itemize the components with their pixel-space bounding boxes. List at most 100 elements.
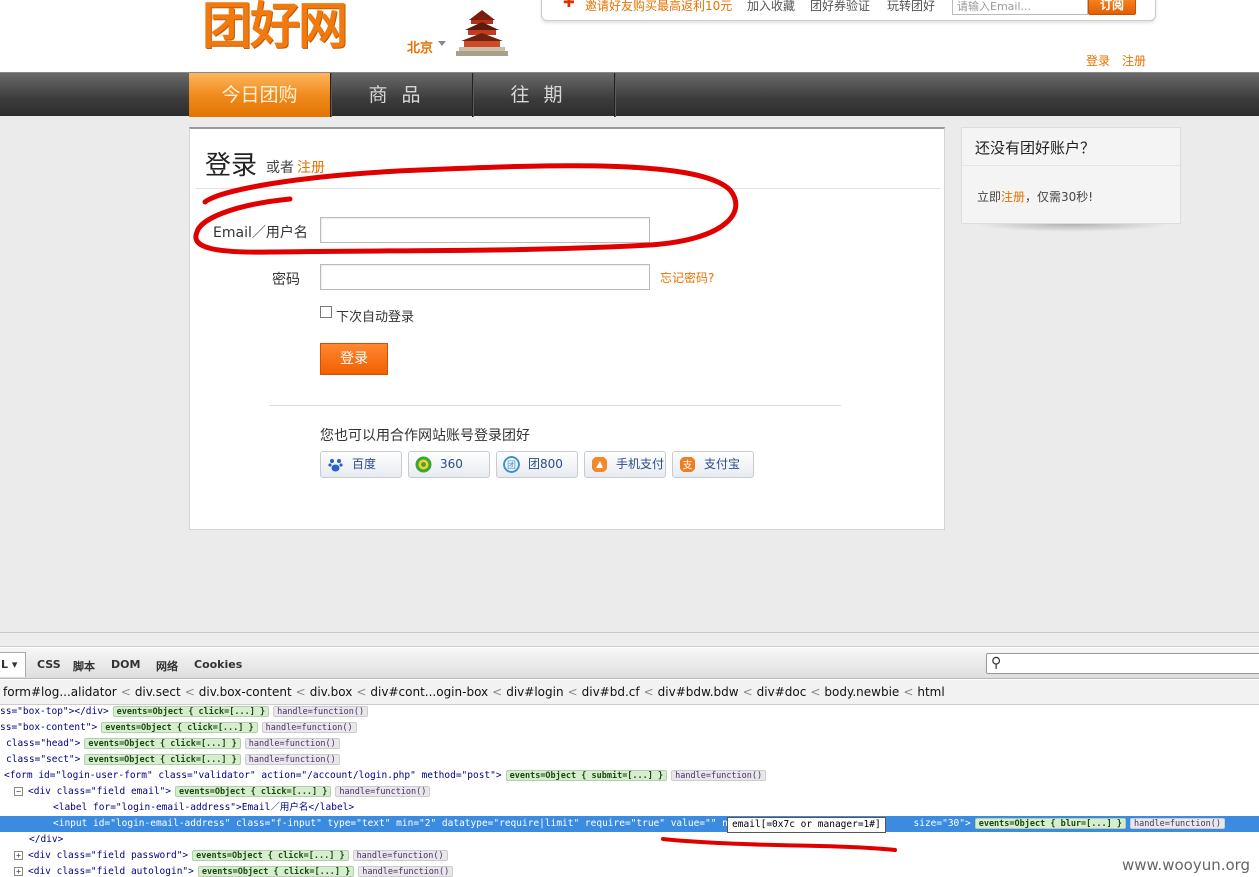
events-badge[interactable]: events=Object { blur=[...] }	[974, 818, 1126, 829]
tree-node[interactable]: − <div class="field email"> events=Object …	[0, 784, 1259, 800]
tab-network[interactable]: 网络	[156, 658, 178, 674]
subscribe-email-input[interactable]: 请输入Email...	[952, 0, 1088, 15]
baidu-login-button[interactable]: 百度	[320, 451, 402, 478]
site-logo[interactable]: 团好网	[202, 0, 387, 58]
events-badge[interactable]: events=Object { click=[...] }	[175, 786, 332, 797]
mobile-pay-login-button[interactable]: 手机支付	[584, 451, 666, 478]
collapse-icon[interactable]: −	[14, 787, 23, 796]
firebug-panel: L ▾ CSS 脚本 DOM 网络 Cookies ⚲ form#log...a…	[0, 632, 1259, 877]
breadcrumb-item[interactable]: div#doc	[757, 685, 807, 699]
guide-link[interactable]: 玩转团好	[887, 0, 935, 14]
header-login-link[interactable]: 登录	[1086, 52, 1110, 69]
svg-text:团: 团	[507, 460, 516, 471]
breadcrumb-item[interactable]: body.newbie	[824, 685, 899, 699]
expand-icon[interactable]: +	[14, 867, 23, 876]
partner-label: 支付宝	[704, 457, 741, 471]
events-badge[interactable]: events=Object { click=[...] }	[84, 754, 241, 765]
subscribe-button[interactable]: 订阅	[1088, 0, 1136, 15]
remember-me-label[interactable]: 下次自动登录	[336, 306, 414, 325]
events-badge[interactable]: events=Object { click=[...] }	[84, 738, 241, 749]
tree-node[interactable]: + <div class="field password"> events=Obje…	[0, 848, 1259, 864]
svg-text:支: 支	[683, 460, 693, 472]
promo-register-link[interactable]: 注册	[1001, 190, 1025, 204]
signup-promo-text: 立即注册，仅需30秒!	[977, 188, 1093, 205]
handle-badge[interactable]: handle=function()	[261, 722, 357, 733]
events-badge[interactable]: events=Object { submit=[...] }	[505, 770, 668, 781]
node-text: class="sect">	[6, 754, 81, 765]
remember-me-checkbox[interactable]	[320, 306, 332, 318]
tab-css[interactable]: CSS	[37, 658, 61, 671]
events-badge[interactable]: events=Object { click=[...] }	[101, 722, 258, 733]
handle-badge[interactable]: handle=function()	[352, 850, 448, 861]
breadcrumb-item[interactable]: div#cont...ogin-box	[370, 685, 488, 699]
tab-cookies[interactable]: Cookies	[194, 658, 242, 671]
coupon-verify-link[interactable]: 团好券验证	[810, 0, 870, 14]
breadcrumb-item[interactable]: div#bd.cf	[582, 685, 640, 699]
breadcrumb-item[interactable]: div#bdw.bdw	[658, 685, 739, 699]
tree-node[interactable]: <form id="login-user-form" class="valida…	[0, 768, 1259, 784]
devtools-search-input[interactable]: ⚲	[986, 653, 1259, 674]
add-favorite-link[interactable]: 加入收藏	[747, 0, 795, 14]
expand-icon[interactable]: +	[14, 851, 23, 860]
tab-html[interactable]: L ▾	[0, 652, 26, 677]
header-register-link[interactable]: 注册	[1122, 52, 1146, 69]
breadcrumb-separator: <	[120, 685, 131, 699]
dom-breadcrumb: form#log...alidator < div.sect < div.box-con…	[0, 680, 1259, 705]
tree-node[interactable]: class="sect"> events=Object { click=[...]…	[0, 752, 1259, 768]
email-input[interactable]	[320, 217, 650, 243]
nav-goods[interactable]: 商品	[331, 73, 473, 117]
attribute-value-editor[interactable]: email[=0x7c or manager=1#]	[727, 817, 886, 833]
tuan800-login-button[interactable]: 团 团800	[496, 451, 578, 478]
devtools-toolbar: L ▾ CSS 脚本 DOM 网络 Cookies ⚲	[0, 648, 1259, 679]
panel-splitter[interactable]	[0, 633, 1259, 647]
handle-badge[interactable]: handle=function()	[671, 770, 767, 781]
events-badge[interactable]: events=Object { click=[...] }	[192, 850, 349, 861]
tree-node[interactable]: + <div class="field autologin"> events=Obj…	[0, 864, 1259, 877]
handle-badge[interactable]: handle=function()	[273, 706, 369, 717]
tab-html-label: L	[1, 658, 9, 671]
360-login-button[interactable]: 360	[408, 451, 490, 478]
login-submit-button[interactable]: 登录	[320, 343, 388, 375]
invite-link[interactable]: 邀请好友购买最高返利10元	[585, 0, 732, 14]
node-text: class="head">	[6, 738, 81, 749]
breadcrumb-item[interactable]: div#login	[506, 685, 563, 699]
breadcrumb-separator: <	[643, 685, 654, 699]
tree-node[interactable]: <label for="login-email-address">Email／用…	[0, 800, 1259, 816]
breadcrumb-separator: <	[903, 685, 914, 699]
breadcrumb-separator: <	[567, 685, 578, 699]
breadcrumb-item[interactable]: div.box	[310, 685, 353, 699]
events-badge[interactable]: events=Object { click=[...] }	[112, 706, 270, 717]
node-text-suffix: size="30">	[907, 818, 971, 829]
nav-today-deals[interactable]: 今日团购	[189, 73, 331, 117]
city-selector[interactable]: 北京	[407, 37, 433, 56]
events-badge[interactable]: events=Object { click=[...] }	[197, 866, 355, 877]
breadcrumb-item[interactable]: div.box-content	[199, 685, 292, 699]
alipay-login-button[interactable]: 支 支付宝	[672, 451, 754, 478]
nav-past-deals[interactable]: 往期	[473, 73, 615, 117]
partner-label: 手机支付	[616, 457, 665, 471]
breadcrumb-separator: <	[492, 685, 503, 699]
tab-dom[interactable]: DOM	[111, 658, 140, 671]
tab-script[interactable]: 脚本	[73, 658, 95, 674]
tree-node[interactable]: ss="box-top"></div> events=Object { click…	[0, 704, 1259, 720]
main-nav: 今日团购 商品 往期	[0, 72, 1259, 117]
handle-badge[interactable]: handle=function()	[335, 786, 431, 797]
breadcrumb-item[interactable]: html	[917, 685, 944, 699]
search-icon: ⚲	[991, 655, 1002, 671]
handle-badge[interactable]: handle=function()	[244, 754, 340, 765]
register-link[interactable]: 注册	[297, 157, 325, 177]
password-input[interactable]	[320, 264, 650, 290]
tree-node-selected[interactable]: <input id="login-email-address" class="f…	[0, 816, 1259, 832]
breadcrumb-item[interactable]: form#log...alidator	[3, 685, 117, 699]
tree-node[interactable]: ss="box-content"> events=Object { click=[…	[0, 720, 1259, 736]
divider	[962, 165, 1180, 166]
breadcrumb-separator: <	[184, 685, 195, 699]
handle-badge[interactable]: handle=function()	[244, 738, 340, 749]
breadcrumb-item[interactable]: div.sect	[135, 685, 181, 699]
chevron-down-icon[interactable]	[438, 41, 446, 46]
forgot-password-link[interactable]: 忘记密码?	[660, 269, 714, 286]
handle-badge[interactable]: handle=function()	[1130, 818, 1225, 829]
tree-node[interactable]: class="head"> events=Object { click=[...]…	[0, 736, 1259, 752]
tree-node[interactable]: </div>	[0, 832, 1259, 848]
handle-badge[interactable]: handle=function()	[358, 866, 454, 877]
